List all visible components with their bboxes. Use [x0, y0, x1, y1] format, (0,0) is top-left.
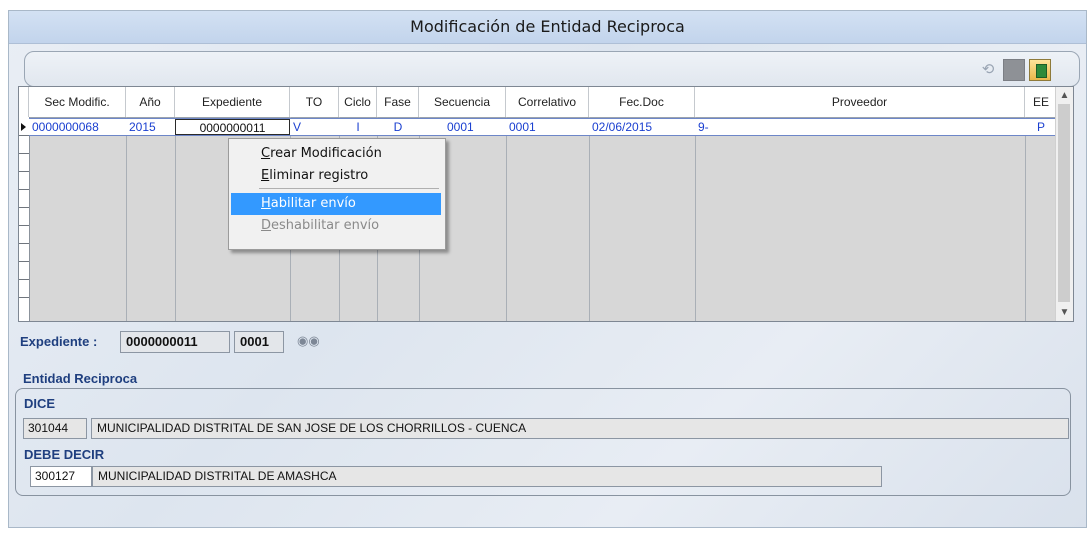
col-header-sec-modific[interactable]: Sec Modific.	[29, 87, 126, 117]
col-header-fec-doc[interactable]: Fec.Doc	[589, 87, 695, 117]
col-header-anio[interactable]: Año	[126, 87, 175, 117]
cell-fase[interactable]: D	[377, 119, 419, 135]
scroll-up-icon[interactable]: ▲	[1056, 87, 1073, 104]
entidad-reciproca-title: Entidad Reciproca	[23, 371, 138, 386]
dice-name-field[interactable]: MUNICIPALIDAD DISTRITAL DE SAN JOSE DE L…	[91, 418, 1069, 439]
context-menu: Crear Modificación Eliminar registro Hab…	[228, 138, 446, 250]
square-icon[interactable]	[1003, 59, 1025, 81]
col-header-proveedor[interactable]: Proveedor	[695, 87, 1025, 117]
debe-decir-code-field[interactable]: 300127	[30, 466, 92, 487]
col-header-correlativo[interactable]: Correlativo	[506, 87, 589, 117]
cell-fec-doc[interactable]: 02/06/2015	[589, 119, 695, 135]
col-header-fase[interactable]: Fase	[377, 87, 419, 117]
menu-item-eliminar-registro[interactable]: Eliminar registro	[231, 165, 441, 187]
expediente-label: Expediente :	[20, 334, 98, 349]
col-header-ee[interactable]: EE	[1025, 87, 1057, 117]
dice-label: DICE	[24, 396, 56, 411]
table-row[interactable]: 0000000068 2015 0000000011 V I D 0001 00…	[29, 118, 1057, 136]
cell-correlativo[interactable]: 0001	[506, 119, 589, 135]
undo-icon[interactable]: ⟲	[977, 59, 999, 81]
cell-secuencia[interactable]: 0001	[419, 119, 506, 135]
cell-anio[interactable]: 2015	[126, 119, 175, 135]
menu-separator	[259, 188, 439, 189]
exit-door-icon[interactable]	[1029, 59, 1051, 81]
cell-to[interactable]: V	[290, 119, 339, 135]
cell-ciclo[interactable]: I	[339, 119, 377, 135]
current-row-arrow-icon	[21, 123, 26, 131]
modifications-grid: Sec Modific. Año Expediente TO Ciclo Fas…	[18, 86, 1074, 322]
cell-sec-modific[interactable]: 0000000068	[29, 119, 126, 135]
cell-ee[interactable]: P	[1025, 119, 1057, 135]
window-title: Modificación de Entidad Reciproca	[9, 11, 1086, 44]
expediente-number-field[interactable]: 0000000011	[120, 331, 230, 353]
debe-decir-label: DEBE DECIR	[24, 447, 105, 462]
scroll-down-icon[interactable]: ▼	[1056, 304, 1073, 321]
menu-item-deshabilitar-envio: Deshabilitar envío	[261, 218, 380, 233]
grid-header: Sec Modific. Año Expediente TO Ciclo Fas…	[19, 87, 1057, 118]
debe-decir-name-field[interactable]: MUNICIPALIDAD DISTRITAL DE AMASHCA	[92, 466, 882, 487]
toolbar: ⟲	[24, 51, 1080, 87]
menu-item-habilitar-envio[interactable]: Habilitar envío	[231, 193, 441, 215]
grid-vertical-scrollbar[interactable]: ▲ ▼	[1055, 87, 1073, 321]
row-indicator-header	[19, 87, 29, 117]
menu-item-crear-modificacion[interactable]: Crear Modificación	[231, 143, 441, 165]
col-header-expediente[interactable]: Expediente	[175, 87, 290, 117]
row-indicator-column	[19, 117, 30, 321]
col-header-ciclo[interactable]: Ciclo	[339, 87, 377, 117]
scroll-thumb[interactable]	[1058, 104, 1070, 302]
binoculars-icon[interactable]: ◉◉	[297, 333, 320, 349]
col-header-to[interactable]: TO	[290, 87, 339, 117]
cell-expediente[interactable]: 0000000011	[175, 119, 290, 135]
expediente-secuencia-field[interactable]: 0001	[234, 331, 284, 353]
col-header-secuencia[interactable]: Secuencia	[419, 87, 506, 117]
dice-code-field[interactable]: 301044	[23, 418, 87, 439]
cell-proveedor[interactable]: 9-	[695, 119, 1025, 135]
